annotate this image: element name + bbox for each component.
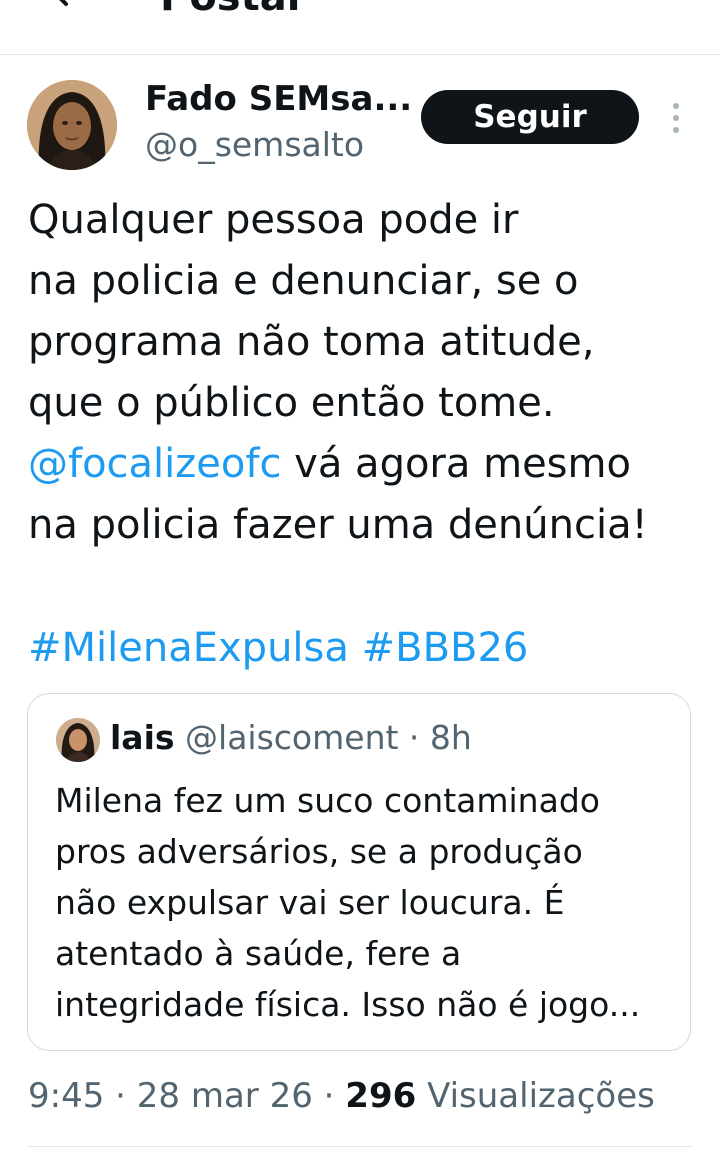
avatar-image — [27, 80, 117, 170]
tweet-line: na policia e denunciar, se o — [28, 258, 579, 304]
hashtag-link[interactable]: #MilenaExpulsa — [28, 625, 349, 671]
quote-avatar — [56, 718, 100, 762]
hashtag-link[interactable]: #BBB26 — [362, 625, 529, 671]
top-bar: Postar — [0, 0, 720, 55]
post-meta-row: 9:45 · 28 mar 26 · 296 Visualizações — [28, 1073, 655, 1119]
tweet-text: Qualquer pessoa pode ir na policia e den… — [28, 190, 708, 556]
author-avatar[interactable] — [27, 80, 117, 170]
hashtags: #MilenaExpulsa #BBB26 — [28, 618, 528, 679]
tweet-line-text: vá agora mesmo — [281, 441, 631, 487]
tweet-line: que o público então tome. — [28, 380, 555, 426]
views-count: 296 — [345, 1076, 417, 1116]
arrow-left-icon[interactable] — [40, 0, 80, 10]
divider — [27, 1146, 693, 1147]
more-vertical-icon[interactable] — [664, 100, 688, 136]
post-timestamp[interactable]: 9:45 · 28 mar 26 · — [28, 1076, 345, 1116]
quote-line: pros adversários, se a produção — [55, 832, 583, 871]
mention-link[interactable]: @focalizeofc — [28, 441, 281, 487]
tweet-line: Qualquer pessoa pode ir — [28, 197, 519, 243]
quote-line: atentado à saúde, fere a — [55, 934, 462, 973]
quote-avatar-image — [56, 718, 100, 762]
tweet-line: na policia fazer uma denúncia! — [28, 502, 648, 548]
tweet-line: programa não toma atitude, — [28, 319, 595, 365]
tweet-line-with-mention: @focalizeofc vá agora mesmo — [28, 434, 708, 495]
quote-text: Milena fez um suco contaminado pros adve… — [55, 775, 675, 1030]
views-label: Visualizações — [416, 1076, 655, 1116]
quote-line: Milena fez um suco contaminado — [55, 781, 600, 820]
follow-button[interactable]: Seguir — [421, 90, 639, 144]
quote-line: não expulsar vai ser loucura. É — [55, 883, 565, 922]
author-name[interactable]: Fado SEMsa... — [145, 78, 412, 120]
quote-line: integridade física. Isso não é jogo... — [55, 985, 641, 1024]
quote-author-meta: @laiscoment · 8h — [174, 718, 472, 757]
quote-author-name[interactable]: lais — [110, 718, 175, 757]
quote-header: lais @laiscoment · 8h — [110, 716, 472, 760]
author-handle[interactable]: @o_semsalto — [145, 124, 364, 166]
quoted-tweet-card[interactable]: lais @laiscoment · 8h Milena fez um suco… — [27, 693, 691, 1051]
page-title: Postar — [160, 0, 306, 20]
